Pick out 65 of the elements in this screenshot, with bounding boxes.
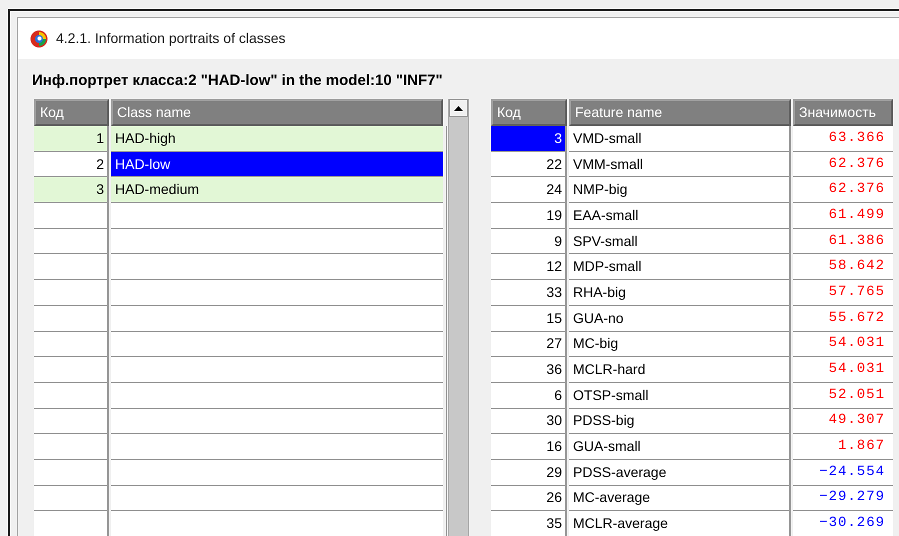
table-cell: 22 [491, 152, 567, 178]
table-cell: 1.867 [793, 434, 893, 460]
table-cell: 12 [491, 254, 567, 280]
window-title: 4.2.1. Information portraits of classes [56, 29, 286, 48]
table-cell: MCLR-hard [569, 357, 791, 383]
column-header[interactable]: Код [34, 99, 109, 126]
table-cell: MDP-small [569, 254, 791, 280]
table-cell: −24.554 [793, 460, 893, 486]
table-cell: VMM-small [569, 152, 791, 178]
table-cell: 30 [491, 408, 567, 434]
table-cell: 15 [491, 306, 567, 332]
table-cell: VMD-small [569, 126, 791, 152]
app-logo-icon [30, 30, 48, 48]
table-cell: 29 [491, 460, 567, 486]
table-cell: SPV-small [569, 228, 791, 254]
table-cell: 61.386 [793, 228, 893, 254]
table-cell: 55.672 [793, 306, 893, 332]
up-arrow-icon [454, 106, 463, 110]
table-cell: 54.031 [793, 332, 893, 358]
table-cell: 6 [491, 382, 567, 409]
table-cell: HAD-high [111, 126, 443, 152]
table-cell: 58.642 [793, 254, 893, 280]
table-cell: 3 [34, 177, 109, 204]
table-cell: 9 [491, 228, 567, 254]
column-header[interactable]: Feature name [569, 99, 791, 126]
panel-heading: Инф.портрет класса:2 "HAD-low" in the model:10 "INF7" [32, 71, 443, 91]
table-cell: 16 [491, 434, 567, 460]
table-cell: 19 [491, 203, 567, 229]
table-cell: 26 [491, 486, 567, 512]
table-cell: HAD-low [111, 152, 443, 178]
table-cell: MC-big [569, 332, 791, 358]
column-header[interactable]: Значимость [793, 99, 893, 126]
table-cell: 57.765 [793, 280, 893, 306]
table-cell: PDSS-average [569, 460, 791, 486]
table-cell: 1 [34, 126, 109, 152]
table-cell: 27 [491, 332, 567, 358]
table-cell: MC-average [569, 486, 791, 512]
table-cell: 3 [491, 126, 567, 152]
table-cell: NMP-big [569, 177, 791, 204]
table-cell: 33 [491, 280, 567, 306]
table-cell: 61.499 [793, 203, 893, 229]
table-cell: OTSP-small [569, 382, 791, 409]
table-cell: 36 [491, 357, 567, 383]
table-cell: 54.031 [793, 357, 893, 383]
table-cell: GUA-small [569, 434, 791, 460]
scroll-up-button[interactable] [449, 99, 468, 117]
table-cell: 35 [491, 511, 567, 536]
table-cell: −29.279 [793, 486, 893, 512]
table-cell: 63.366 [793, 126, 893, 152]
table-cell: 62.376 [793, 152, 893, 178]
table-cell: 49.307 [793, 408, 893, 434]
table-cell: 52.051 [793, 382, 893, 409]
table-cell: 62.376 [793, 177, 893, 204]
table-cell: PDSS-big [569, 408, 791, 434]
column-header[interactable]: Код [491, 99, 567, 126]
table-cell: 2 [34, 152, 109, 178]
table-cell: 24 [491, 177, 567, 204]
table-cell: EAA-small [569, 203, 791, 229]
table-cell: −30.269 [793, 511, 893, 536]
scrollbar[interactable] [448, 99, 469, 536]
table-cell: HAD-medium [111, 177, 443, 204]
table-cell: RHA-big [569, 280, 791, 306]
table-cell: MCLR-average [569, 511, 791, 536]
table-cell: GUA-no [569, 306, 791, 332]
column-header[interactable]: Class name [111, 99, 443, 126]
